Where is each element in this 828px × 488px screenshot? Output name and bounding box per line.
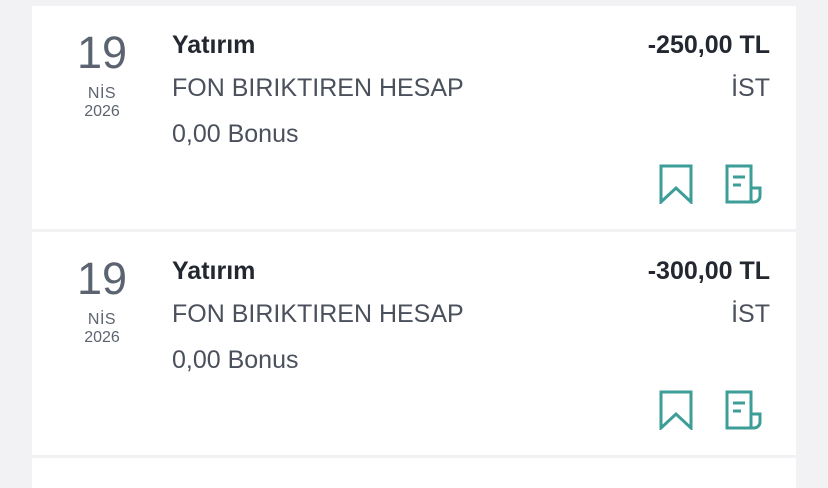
transaction-location: İST (731, 74, 770, 102)
transaction-account: FON BIRIKTIREN HESAP (172, 74, 464, 102)
date-month: NİS (87, 311, 117, 328)
transaction-bonus: 0,00 Bonus (172, 346, 299, 374)
date-year: 2026 (84, 329, 120, 346)
date-day: 19 (76, 253, 128, 304)
transaction-card[interactable]: 19 NİS 2026 Yatırım FON BIRIKTIREN HESAP… (32, 232, 796, 455)
receipt-icon (725, 164, 762, 204)
transaction-amount: -300,00 TL (647, 257, 770, 285)
transaction-date: 19 NİS 2026 (68, 28, 136, 121)
date-year: 2026 (84, 103, 120, 120)
date-month: NİS (87, 85, 117, 102)
date-day: 19 (76, 27, 128, 78)
transaction-amount: -250,00 TL (647, 31, 770, 59)
bookmark-icon (659, 390, 693, 430)
receipt-button[interactable] (724, 388, 764, 432)
bookmark-button[interactable] (656, 388, 696, 432)
transaction-list: 19 NİS 2026 Yatırım FON BIRIKTIREN HESAP… (32, 6, 796, 488)
receipt-icon (725, 390, 762, 430)
bookmark-icon (659, 164, 693, 204)
transaction-title: Yatırım (172, 31, 256, 59)
transaction-bonus: 0,00 Bonus (172, 120, 299, 148)
transaction-account: FON BIRIKTIREN HESAP (172, 300, 464, 328)
transaction-location: İST (731, 300, 770, 328)
transaction-card[interactable]: 19 NİS 2026 Yatırım FON BIRIKTIREN HESAP… (32, 6, 796, 229)
transaction-date: 19 NİS 2026 (68, 254, 136, 347)
transaction-title: Yatırım (172, 257, 256, 285)
receipt-button[interactable] (724, 162, 764, 206)
bookmark-button[interactable] (656, 162, 696, 206)
